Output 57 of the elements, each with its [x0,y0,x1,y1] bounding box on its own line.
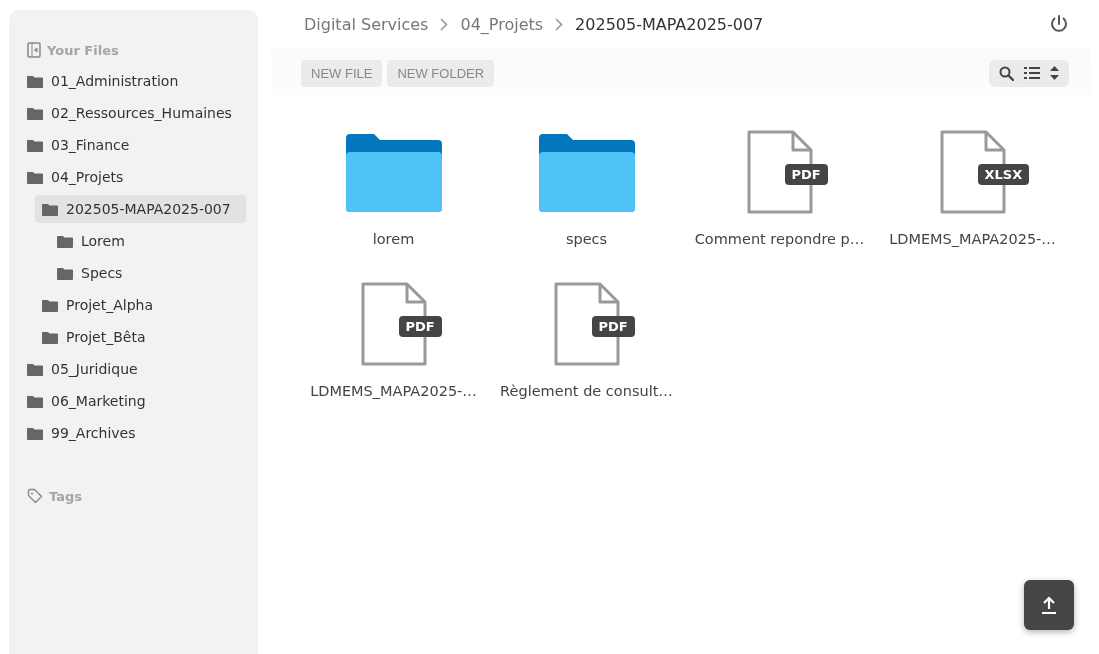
folder-tree-item[interactable]: 06_Marketing [20,387,246,415]
breadcrumb-link[interactable]: Digital Services [304,14,429,34]
folder-tree-item[interactable]: 04_Projets [20,163,246,191]
folder-tree-item[interactable]: 99_Archives [20,419,246,447]
folder-tree-item[interactable]: 202505-MAPA2025-007 [35,195,246,223]
file-name: Règlement de consult… [500,383,673,399]
section-title: Tags [49,488,82,504]
file-tile[interactable]: PDF Règlement de consult… [490,282,683,399]
tag-icon [27,488,43,504]
search-icon[interactable] [999,65,1014,81]
file-type-badge: PDF [398,316,442,337]
breadcrumb-link[interactable]: 04_Projets [460,14,544,34]
folder-tree-item[interactable]: 02_Ressources_Humaines [20,99,246,127]
folder-icon [27,170,43,184]
sidebar-toggle-icon[interactable] [27,42,41,58]
folder-icon [27,106,43,120]
folder-icon [27,362,43,376]
file-name: lorem [372,231,415,247]
folder-tree-item[interactable]: Projet_Bêta [35,323,246,351]
folder-icon [345,134,442,212]
file-name: specs [565,231,608,247]
list-view-icon[interactable] [1024,66,1040,80]
file-type-badge: XLSX [977,164,1030,185]
folder-icon [42,330,58,344]
folder-icon [27,138,43,152]
file-tile[interactable]: lorem [297,130,490,247]
folder-icon [538,134,635,212]
sort-icon[interactable] [1050,66,1059,80]
file-tile[interactable]: XLSX LDMEMS_MAPA2025-… [876,130,1069,247]
file-type-badge: PDF [591,316,635,337]
file-tile[interactable]: PDF LDMEMS_MAPA2025-… [297,282,490,399]
folder-icon [57,234,73,248]
folder-icon [42,298,58,312]
folder-icon [27,426,43,440]
file-type-badge: PDF [784,164,828,185]
folder-tree-item[interactable]: Lorem [50,227,246,255]
section-title: Your Files [47,42,119,58]
folder-tree-item[interactable]: 05_Juridique [20,355,246,383]
upload-icon [1041,596,1057,614]
chevron-right-icon [440,17,449,31]
folder-icon [27,394,43,408]
power-icon[interactable] [1049,14,1069,34]
folder-tree-item[interactable]: Projet_Alpha [35,291,246,319]
file-name: Comment repondre p… [694,231,865,247]
breadcrumb-link[interactable]: 202505-MAPA2025-007 [575,14,764,34]
folder-icon [27,74,43,88]
chevron-right-icon [555,17,564,31]
folder-icon [57,266,73,280]
upload-button[interactable] [1024,580,1074,630]
folder-icon [42,202,58,216]
file-name: LDMEMS_MAPA2025-… [889,231,1056,247]
file-tile[interactable]: PDF Comment repondre p… [683,130,876,247]
folder-tree-item[interactable]: 01_Administration [20,67,246,95]
folder-tree-item[interactable]: Specs [50,259,246,287]
folder-tree-item[interactable]: 03_Finance [20,131,246,159]
file-name: LDMEMS_MAPA2025-… [310,383,477,399]
file-tile[interactable]: specs [490,130,683,247]
